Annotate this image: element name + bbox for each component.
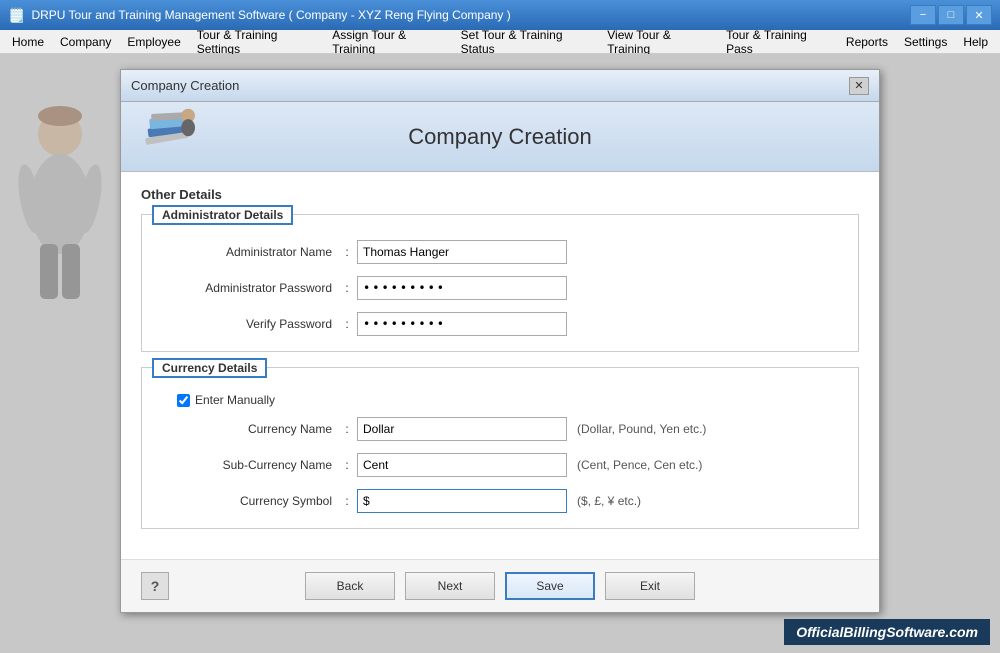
next-button[interactable]: Next xyxy=(405,572,495,600)
other-details-label: Other Details xyxy=(141,187,859,202)
dialog-title: Company Creation xyxy=(131,78,239,93)
currency-section-title: Currency Details xyxy=(152,358,267,378)
enter-manually-row: Enter Manually xyxy=(177,393,843,407)
currency-symbol-row: Currency Symbol : ($, £, ¥ etc.) xyxy=(157,489,843,513)
main-area: Company Creation ✕ Company Creation xyxy=(0,54,1000,653)
enter-manually-checkbox[interactable] xyxy=(177,394,190,407)
menu-help[interactable]: Help xyxy=(955,31,996,53)
dialog-close-button[interactable]: ✕ xyxy=(849,77,869,95)
admin-password-input[interactable] xyxy=(357,276,567,300)
currency-symbol-hint: ($, £, ¥ etc.) xyxy=(577,494,641,508)
sub-currency-name-hint: (Cent, Pence, Cen etc.) xyxy=(577,458,702,472)
currency-details-section: Currency Details Enter Manually Currency… xyxy=(141,367,859,529)
currency-symbol-label: Currency Symbol xyxy=(157,494,337,508)
footer-help: ? xyxy=(141,572,169,600)
menu-home[interactable]: Home xyxy=(4,31,52,53)
maximize-button[interactable]: □ xyxy=(938,5,964,25)
title-bar: 🗒️ DRPU Tour and Training Management Sof… xyxy=(0,0,1000,30)
dialog-title-bar: Company Creation ✕ xyxy=(121,70,879,102)
title-bar-left: 🗒️ DRPU Tour and Training Management Sof… xyxy=(8,7,511,24)
back-button[interactable]: Back xyxy=(305,572,395,600)
menu-tour-pass[interactable]: Tour & Training Pass xyxy=(718,31,838,53)
admin-name-input[interactable] xyxy=(357,240,567,264)
menu-bar: Home Company Employee Tour & Training Se… xyxy=(0,30,1000,54)
admin-password-row: Administrator Password : xyxy=(157,276,843,300)
header-book-icon xyxy=(141,107,201,165)
currency-name-input[interactable] xyxy=(357,417,567,441)
exit-button[interactable]: Exit xyxy=(605,572,695,600)
admin-details-section: Administrator Details Administrator Name… xyxy=(141,214,859,352)
admin-name-row: Administrator Name : xyxy=(157,240,843,264)
app-close-button[interactable]: ✕ xyxy=(966,5,992,25)
enter-manually-label: Enter Manually xyxy=(195,393,275,407)
dialog-header: Company Creation xyxy=(121,102,879,172)
currency-symbol-input[interactable] xyxy=(357,489,567,513)
app-title: DRPU Tour and Training Management Softwa… xyxy=(31,8,510,22)
sub-currency-name-row: Sub-Currency Name : (Cent, Pence, Cen et… xyxy=(157,453,843,477)
branding-label: OfficialBillingSoftware.com xyxy=(784,619,990,645)
menu-tour-training-settings[interactable]: Tour & Training Settings xyxy=(189,31,325,53)
currency-name-label: Currency Name xyxy=(157,422,337,436)
dialog-header-title: Company Creation xyxy=(408,124,591,150)
save-button[interactable]: Save xyxy=(505,572,595,600)
admin-password-label: Administrator Password xyxy=(157,281,337,295)
menu-settings[interactable]: Settings xyxy=(896,31,955,53)
admin-name-label: Administrator Name xyxy=(157,245,337,259)
dialog: Company Creation ✕ Company Creation xyxy=(120,69,880,613)
minimize-button[interactable]: − xyxy=(910,5,936,25)
menu-reports[interactable]: Reports xyxy=(838,31,896,53)
menu-employee[interactable]: Employee xyxy=(119,31,188,53)
menu-view-tour[interactable]: View Tour & Training xyxy=(599,31,718,53)
sub-currency-name-label: Sub-Currency Name xyxy=(157,458,337,472)
help-button[interactable]: ? xyxy=(141,572,169,600)
admin-section-title: Administrator Details xyxy=(152,205,293,225)
currency-name-hint: (Dollar, Pound, Yen etc.) xyxy=(577,422,706,436)
dialog-footer: ? Back Next Save Exit xyxy=(121,559,879,612)
currency-name-row: Currency Name : (Dollar, Pound, Yen etc.… xyxy=(157,417,843,441)
dialog-body: Other Details Administrator Details Admi… xyxy=(121,172,879,559)
menu-assign-tour[interactable]: Assign Tour & Training xyxy=(324,31,452,53)
side-figure xyxy=(15,104,105,307)
verify-password-input[interactable] xyxy=(357,312,567,336)
sub-currency-name-input[interactable] xyxy=(357,453,567,477)
menu-set-status[interactable]: Set Tour & Training Status xyxy=(453,31,600,53)
title-bar-controls: − □ ✕ xyxy=(910,5,992,25)
verify-password-row: Verify Password : xyxy=(157,312,843,336)
menu-company[interactable]: Company xyxy=(52,31,119,53)
verify-password-label: Verify Password xyxy=(157,317,337,331)
app-icon: 🗒️ xyxy=(8,7,25,24)
